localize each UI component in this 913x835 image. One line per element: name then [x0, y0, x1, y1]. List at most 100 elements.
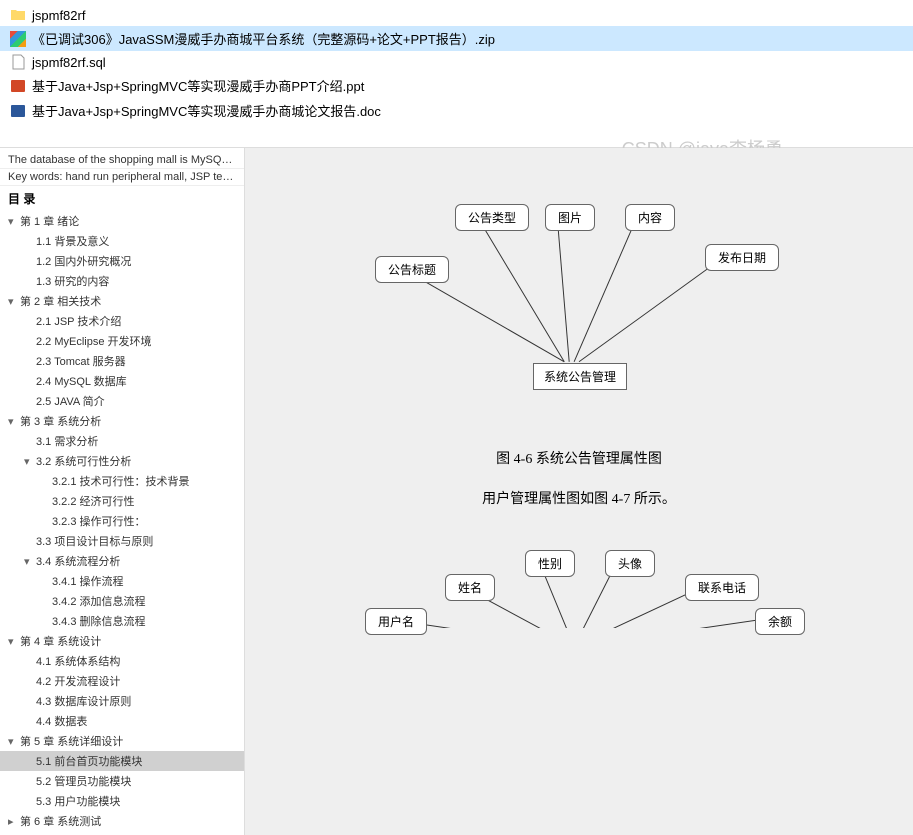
outline-item[interactable]: ▾第 1 章 绪论 — [0, 211, 244, 231]
outline-item[interactable]: 3.2.3 操作可行性： — [0, 511, 244, 531]
outline-item[interactable]: 5.1 前台首页功能模块 — [0, 751, 244, 771]
collapse-icon[interactable]: ▾ — [8, 215, 18, 228]
outline-panel: The database of the shopping mall is MyS… — [0, 148, 245, 835]
outline-item[interactable]: 3.4.1 操作流程 — [0, 571, 244, 591]
outline-item[interactable]: 2.4 MySQL 数据库 — [0, 371, 244, 391]
file-item[interactable]: 《已调试306》JavaSSM漫威手办商城平台系统（完整源码+论文+PPT报告）… — [0, 26, 913, 51]
outline-item-label: 2.2 MyEclipse 开发环境 — [36, 333, 152, 349]
collapse-icon[interactable]: ▾ — [8, 735, 18, 748]
outline-item-label: 4.2 开发流程设计 — [36, 673, 120, 689]
outline-item[interactable]: 2.5 JAVA 简介 — [0, 391, 244, 411]
file-name: 基于Java+Jsp+SpringMVC等实现漫威手办商城论文报告.doc — [32, 101, 381, 120]
outline-item-label: 第 2 章 相关技术 — [20, 293, 101, 309]
diagram-node: 性别 — [525, 550, 575, 577]
outline-item[interactable]: 2.1 JSP 技术介绍 — [0, 311, 244, 331]
outline-item-label: 2.3 Tomcat 服务器 — [36, 353, 126, 369]
collapse-icon[interactable]: ▾ — [8, 635, 18, 648]
file-name: 基于Java+Jsp+SpringMVC等实现漫威手办商PPT介绍.ppt — [32, 76, 364, 95]
outline-item[interactable]: 4.1 系统体系结构 — [0, 651, 244, 671]
outline-item[interactable]: ▸第 6 章 系统测试 — [0, 811, 244, 831]
outline-title: 目 录 — [0, 186, 244, 211]
lower-section: The database of the shopping mall is MyS… — [0, 147, 913, 835]
outline-item[interactable]: 3.4.3 删除信息流程 — [0, 611, 244, 631]
outline-item-label: 1.1 背景及意义 — [36, 233, 109, 249]
outline-item-label: 第 5 章 系统详细设计 — [20, 733, 123, 749]
outline-item[interactable]: ▾第 4 章 系统设计 — [0, 631, 244, 651]
outline-item[interactable]: 3.2.1 技术可行性：技术背景 — [0, 471, 244, 491]
diagram-node: 公告标题 — [375, 256, 449, 283]
diagram-node: 联系电话 — [685, 574, 759, 601]
outline-item-label: 3.2.3 操作可行性： — [52, 513, 146, 529]
file-list: jspmf82rf 《已调试306》JavaSSM漫威手办商城平台系统（完整源码… — [0, 0, 913, 127]
outline-item-label: 1.2 国内外研究概况 — [36, 253, 131, 269]
outline-item[interactable]: 5.3 用户功能模块 — [0, 791, 244, 811]
expand-placeholder: ▸ — [8, 815, 18, 828]
diagram-node: 发布日期 — [705, 244, 779, 271]
outline-item-label: 第 1 章 绪论 — [20, 213, 79, 229]
figure-caption: 图 4-6 系统公告管理属性图 — [265, 448, 893, 468]
outline-item-label: 5.1 前台首页功能模块 — [36, 753, 142, 769]
outline-item[interactable]: 3.4.2 添加信息流程 — [0, 591, 244, 611]
outline-item[interactable]: 5.2 管理员功能模块 — [0, 771, 244, 791]
diagram-node: 姓名 — [445, 574, 495, 601]
diagram-node: 余额 — [755, 608, 805, 635]
outline-item[interactable]: ▾3.2 系统可行性分析 — [0, 451, 244, 471]
outline-item[interactable]: ▾第 3 章 系统分析 — [0, 411, 244, 431]
outline-item-label: 1.3 研究的内容 — [36, 273, 109, 289]
outline-item[interactable]: 3.3 项目设计目标与原则 — [0, 531, 244, 551]
file-item[interactable]: 基于Java+Jsp+SpringMVC等实现漫威手办商PPT介绍.ppt — [0, 73, 913, 98]
outline-item[interactable]: 2.3 Tomcat 服务器 — [0, 351, 244, 371]
diagram-node: 用户名 — [365, 608, 427, 635]
outline-item[interactable]: 4.2 开发流程设计 — [0, 671, 244, 691]
file-name: 《已调试306》JavaSSM漫威手办商城平台系统（完整源码+论文+PPT报告）… — [32, 29, 495, 48]
outline-item-label: 2.5 JAVA 简介 — [36, 393, 105, 409]
attribute-diagram-2: 用户名 姓名 性别 头像 联系电话 余额 — [265, 528, 893, 628]
outline-item-label: 5.2 管理员功能模块 — [36, 773, 131, 789]
collapse-icon[interactable]: ▾ — [24, 455, 34, 468]
outline-item-label: 3.1 需求分析 — [36, 433, 98, 449]
outline-item[interactable]: 4.4 数据表 — [0, 711, 244, 731]
attribute-diagram: 公告标题 公告类型 图片 内容 发布日期 系统公告管理 — [265, 168, 893, 428]
document-content: 公告标题 公告类型 图片 内容 发布日期 系统公告管理 图 4-6 系统公告管理… — [245, 148, 913, 835]
outline-item-label: 5.3 用户功能模块 — [36, 793, 120, 809]
outline-item-label: 第 6 章 系统测试 — [20, 813, 101, 829]
file-item[interactable]: jspmf82rf.sql — [0, 51, 913, 73]
outline-item-label: 3.2.2 经济可行性 — [52, 493, 135, 509]
file-name: jspmf82rf.sql — [32, 55, 106, 70]
outline-item[interactable]: ▾3.4 系统流程分析 — [0, 551, 244, 571]
outline-header-line: The database of the shopping mall is MyS… — [0, 152, 244, 169]
file-name: jspmf82rf — [32, 8, 85, 23]
diagram-center: 系统公告管理 — [533, 363, 627, 390]
sql-icon — [10, 54, 26, 70]
diagram-node: 图片 — [545, 204, 595, 231]
diagram-node: 公告类型 — [455, 204, 529, 231]
outline-item-label: 3.4.2 添加信息流程 — [52, 593, 146, 609]
folder-icon — [10, 7, 26, 23]
collapse-icon[interactable]: ▾ — [24, 555, 34, 568]
outline-item[interactable]: 1.1 背景及意义 — [0, 231, 244, 251]
outline-item-label: 3.2 系统可行性分析 — [36, 453, 131, 469]
ppt-icon — [10, 78, 26, 94]
collapse-icon[interactable]: ▾ — [8, 415, 18, 428]
outline-item-label: 4.4 数据表 — [36, 713, 87, 729]
outline-item-label: 3.2.1 技术可行性：技术背景 — [52, 473, 190, 489]
outline-item-label: 2.1 JSP 技术介绍 — [36, 313, 121, 329]
outline-item-label: 3.4.1 操作流程 — [52, 573, 124, 589]
collapse-icon[interactable]: ▾ — [8, 295, 18, 308]
outline-item[interactable]: ▾第 2 章 相关技术 — [0, 291, 244, 311]
outline-item[interactable]: 3.2.2 经济可行性 — [0, 491, 244, 511]
figure-text: 用户管理属性图如图 4-7 所示。 — [265, 488, 893, 508]
outline-item[interactable]: 4.3 数据库设计原则 — [0, 691, 244, 711]
doc-icon — [10, 103, 26, 119]
outline-item[interactable]: 1.3 研究的内容 — [0, 271, 244, 291]
file-item[interactable]: jspmf82rf — [0, 4, 913, 26]
outline-item[interactable]: ▾第 5 章 系统详细设计 — [0, 731, 244, 751]
outline-item[interactable]: 1.2 国内外研究概况 — [0, 251, 244, 271]
outline-item-label: 2.4 MySQL 数据库 — [36, 373, 127, 389]
outline-item[interactable]: 3.1 需求分析 — [0, 431, 244, 451]
file-item[interactable]: 基于Java+Jsp+SpringMVC等实现漫威手办商城论文报告.doc — [0, 98, 913, 123]
outline-item[interactable]: 2.2 MyEclipse 开发环境 — [0, 331, 244, 351]
outline-item-label: 3.4.3 删除信息流程 — [52, 613, 146, 629]
outline-item-label: 4.3 数据库设计原则 — [36, 693, 131, 709]
outline-item-label: 3.3 项目设计目标与原则 — [36, 533, 153, 549]
